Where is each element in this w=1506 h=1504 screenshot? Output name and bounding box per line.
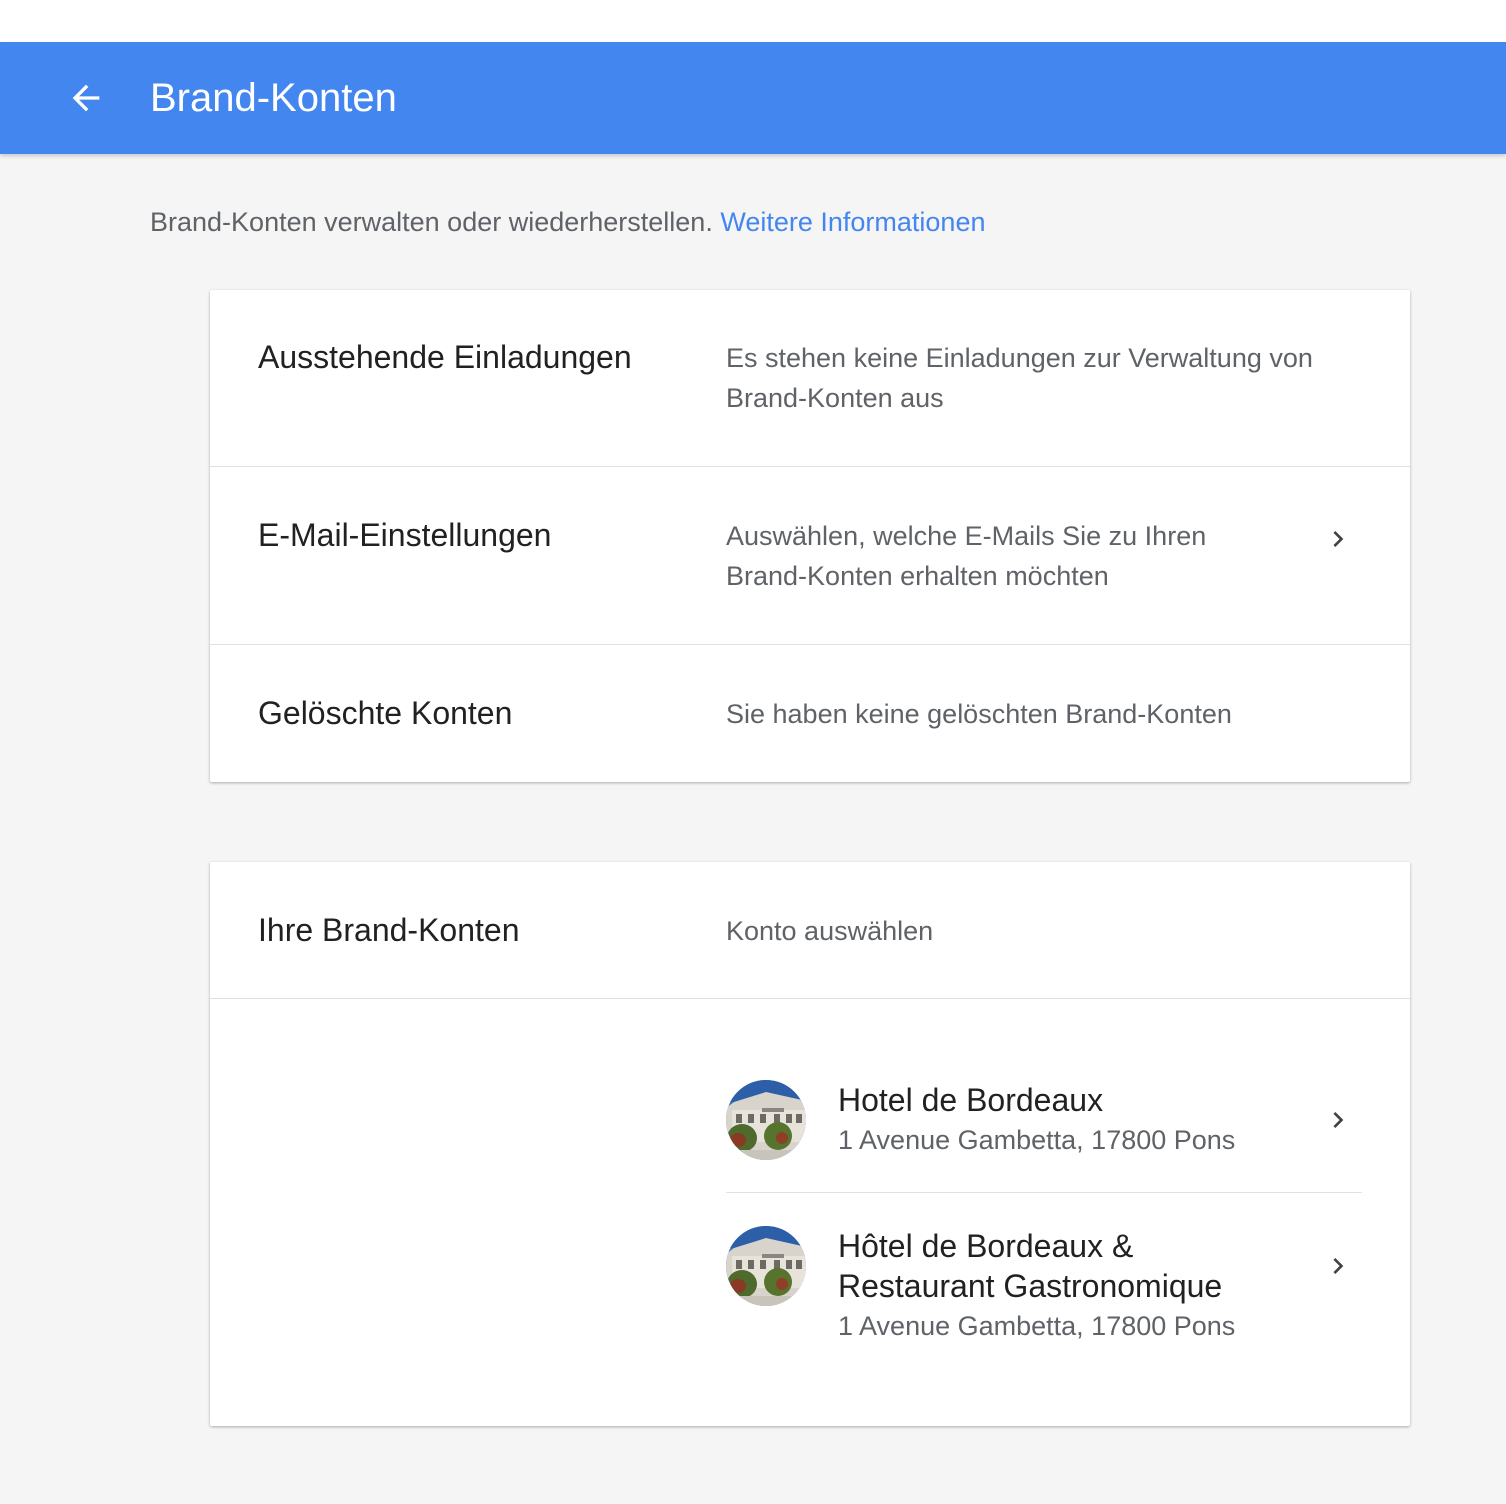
pending-invitations-value: Es stehen keine Einladungen zur Verwaltu…	[726, 343, 1313, 413]
chevron-right-icon	[1333, 1258, 1344, 1274]
account-address: 1 Avenue Gambetta, 17800 Pons	[838, 1125, 1236, 1155]
intro-description: Brand-Konten verwalten oder wiederherste…	[150, 207, 713, 237]
account-chevron[interactable]	[1322, 1104, 1354, 1136]
chevron-right-icon	[1333, 1112, 1344, 1128]
chevron-right-icon	[1333, 531, 1344, 547]
pending-invitations-label: Ausstehende Einladungen	[258, 339, 632, 375]
brand-accounts-hint: Konto auswählen	[726, 916, 934, 946]
brand-accounts-label: Ihre Brand-Konten	[258, 912, 520, 948]
account-chevron[interactable]	[1322, 1250, 1354, 1282]
arrow-left-icon	[72, 84, 100, 112]
app-bar: Brand-Konten	[0, 42, 1506, 154]
top-strip	[0, 0, 1506, 42]
intro-text: Brand-Konten verwalten oder wiederherste…	[150, 204, 985, 240]
account-avatar	[726, 1080, 806, 1160]
brand-accounts-header-row: Ihre Brand-Konten Konto auswählen	[210, 862, 1410, 999]
hotel-photo-icon	[726, 1080, 806, 1160]
pending-invitations-row: Ausstehende Einladungen Es stehen keine …	[210, 290, 1410, 467]
account-name: Hotel de Bordeaux	[838, 1082, 1104, 1118]
account-name: Hôtel de Bordeaux & Restaurant Gastronom…	[838, 1228, 1223, 1304]
page-title: Brand-Konten	[150, 76, 397, 120]
settings-card: Ausstehende Einladungen Es stehen keine …	[210, 290, 1410, 782]
account-item-hotel-restaurant[interactable]: Hôtel de Bordeaux & Restaurant Gastronom…	[726, 1226, 1362, 1358]
email-settings-value: Auswählen, welche E-Mails Sie zu Ihren B…	[726, 521, 1207, 591]
account-item-hotel-de-bordeaux[interactable]: Hotel de Bordeaux 1 Avenue Gambetta, 178…	[726, 1080, 1362, 1192]
brand-accounts-card: Ihre Brand-Konten Konto auswählen Hotel …	[210, 862, 1410, 1426]
deleted-accounts-value: Sie haben keine gelöschten Brand-Konten	[726, 699, 1232, 729]
deleted-accounts-row: Gelöschte Konten Sie haben keine gelösch…	[210, 645, 1410, 782]
email-settings-label: E-Mail-Einstellungen	[258, 517, 552, 553]
email-settings-row[interactable]: E-Mail-Einstellungen Auswählen, welche E…	[210, 467, 1410, 645]
email-settings-chevron[interactable]	[1322, 523, 1354, 555]
account-avatar	[726, 1226, 806, 1306]
back-button[interactable]	[58, 70, 114, 126]
deleted-accounts-label: Gelöschte Konten	[258, 695, 513, 731]
account-address: 1 Avenue Gambetta, 17800 Pons	[838, 1311, 1236, 1341]
learn-more-link[interactable]: Weitere Informationen	[720, 207, 985, 237]
account-divider	[726, 1192, 1362, 1193]
hotel-photo-icon	[726, 1226, 806, 1306]
